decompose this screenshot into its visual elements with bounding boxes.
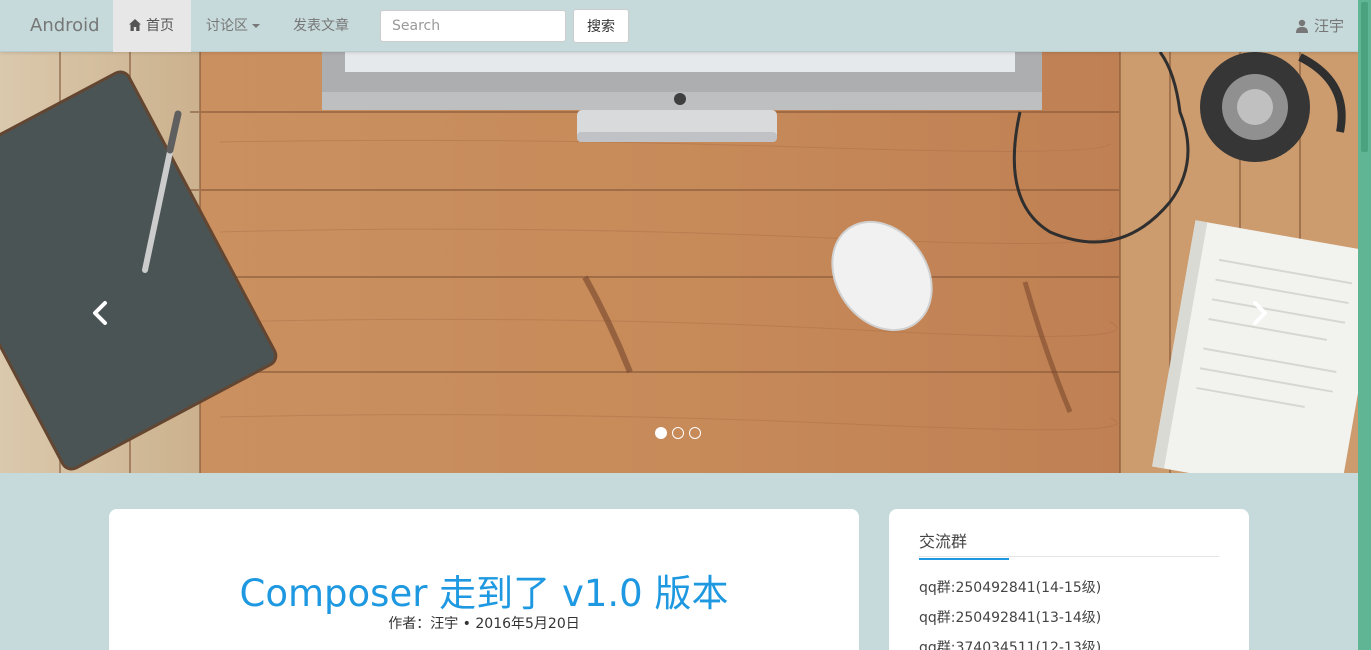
carousel-indicator-1[interactable]: [655, 427, 667, 439]
carousel-prev-button[interactable]: [86, 298, 116, 328]
search-input[interactable]: [380, 10, 566, 42]
hero-carousel: [0, 52, 1358, 473]
nav-home[interactable]: 首页: [113, 0, 191, 52]
list-item: qq群:250492841(14-15级): [919, 580, 1102, 596]
chevron-right-icon: [1253, 301, 1267, 325]
nav-forum-dropdown[interactable]: 讨论区: [191, 0, 275, 52]
carousel-next-button[interactable]: [1244, 298, 1274, 328]
nav-home-label: 首页: [146, 18, 174, 34]
nav-forum-label: 讨论区: [206, 18, 248, 34]
caret-down-icon: [252, 24, 260, 28]
carousel-indicator-3[interactable]: [689, 427, 701, 439]
list-item: qq群:374034511(12-13级): [919, 640, 1102, 650]
chevron-left-icon: [93, 301, 107, 325]
group-list: qq群:250492841(14-15级) qq群:250492841(13-1…: [919, 578, 1101, 650]
scrollbar-thumb[interactable]: [1361, 2, 1368, 152]
top-navbar: Android 首页 讨论区 发表文章 搜索 汪宇: [0, 0, 1358, 52]
user-name: 汪宇: [1313, 17, 1344, 35]
carousel-indicators: [655, 427, 701, 439]
user-icon: [1295, 19, 1308, 33]
list-item: qq群:250492841(13-14级): [919, 610, 1102, 626]
carousel-slide-image: [0, 52, 1358, 473]
sidebar-header: 交流群: [919, 528, 1219, 560]
nav-post-article[interactable]: 发表文章: [278, 0, 364, 52]
nav-user[interactable]: 汪宇: [1295, 0, 1344, 52]
sidebar-title: 交流群: [919, 528, 1009, 560]
home-icon: [129, 19, 141, 31]
carousel-indicator-2[interactable]: [672, 427, 684, 439]
sidebar-card: 交流群 qq群:250492841(14-15级) qq群:250492841(…: [889, 509, 1249, 650]
page-scrollbar[interactable]: [1358, 0, 1371, 650]
brand-logo[interactable]: Android: [30, 0, 100, 52]
post-meta: 作者：汪宇 • 2016年5月20日: [388, 616, 580, 632]
search-button[interactable]: 搜索: [573, 9, 629, 43]
post-title[interactable]: Composer 走到了 v1.0 版本: [109, 563, 859, 617]
post-card: Composer 走到了 v1.0 版本 作者：汪宇 • 2016年5月20日: [109, 509, 859, 650]
